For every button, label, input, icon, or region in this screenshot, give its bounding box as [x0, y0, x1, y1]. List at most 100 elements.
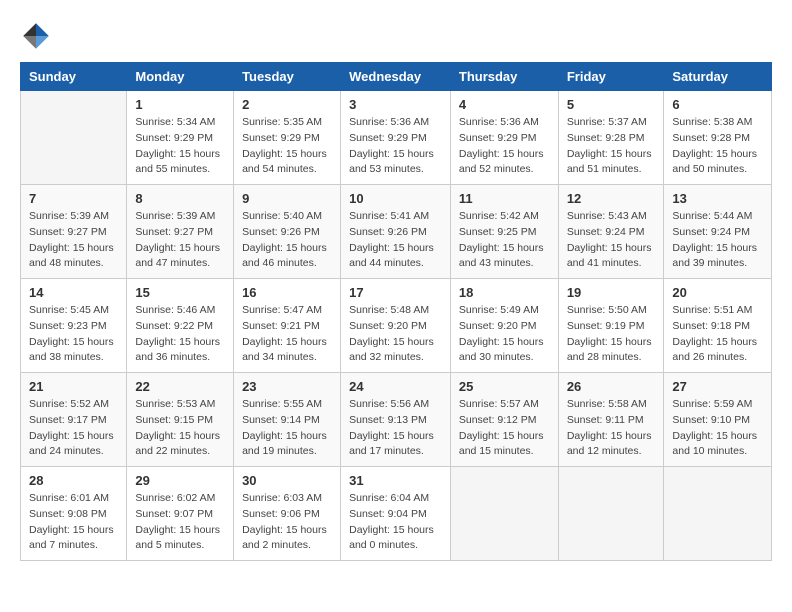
- day-number: 3: [349, 97, 442, 112]
- day-info: Sunrise: 5:57 AM Sunset: 9:12 PM Dayligh…: [459, 397, 550, 460]
- calendar-cell: [558, 467, 664, 561]
- calendar-cell: 12 Sunrise: 5:43 AM Sunset: 9:24 PM Dayli…: [558, 185, 664, 279]
- weekday-header-thursday: Thursday: [450, 63, 558, 91]
- day-number: 30: [242, 473, 332, 488]
- calendar-cell: 18 Sunrise: 5:49 AM Sunset: 9:20 PM Dayli…: [450, 279, 558, 373]
- calendar-cell: 22 Sunrise: 5:53 AM Sunset: 9:15 PM Dayli…: [127, 373, 234, 467]
- day-number: 15: [135, 285, 225, 300]
- calendar-cell: 15 Sunrise: 5:46 AM Sunset: 9:22 PM Dayli…: [127, 279, 234, 373]
- day-number: 29: [135, 473, 225, 488]
- day-number: 2: [242, 97, 332, 112]
- day-number: 31: [349, 473, 442, 488]
- calendar-cell: 9 Sunrise: 5:40 AM Sunset: 9:26 PM Daylig…: [234, 185, 341, 279]
- day-info: Sunrise: 6:01 AM Sunset: 9:08 PM Dayligh…: [29, 491, 118, 554]
- weekday-header-monday: Monday: [127, 63, 234, 91]
- calendar-cell: 27 Sunrise: 5:59 AM Sunset: 9:10 PM Dayli…: [664, 373, 772, 467]
- weekday-header-saturday: Saturday: [664, 63, 772, 91]
- calendar-cell: 11 Sunrise: 5:42 AM Sunset: 9:25 PM Dayli…: [450, 185, 558, 279]
- day-number: 11: [459, 191, 550, 206]
- day-number: 28: [29, 473, 118, 488]
- day-number: 6: [672, 97, 763, 112]
- page-header: [20, 20, 772, 52]
- day-info: Sunrise: 5:44 AM Sunset: 9:24 PM Dayligh…: [672, 209, 763, 272]
- day-info: Sunrise: 5:58 AM Sunset: 9:11 PM Dayligh…: [567, 397, 656, 460]
- day-info: Sunrise: 5:46 AM Sunset: 9:22 PM Dayligh…: [135, 303, 225, 366]
- day-number: 19: [567, 285, 656, 300]
- day-info: Sunrise: 5:42 AM Sunset: 9:25 PM Dayligh…: [459, 209, 550, 272]
- calendar-cell: 23Sunrise: 5:55 AM Sunset: 9:14 PM Dayli…: [234, 373, 341, 467]
- calendar-cell: 20 Sunrise: 5:51 AM Sunset: 9:18 PM Dayli…: [664, 279, 772, 373]
- day-info: Sunrise: 5:49 AM Sunset: 9:20 PM Dayligh…: [459, 303, 550, 366]
- day-number: 25: [459, 379, 550, 394]
- day-info: Sunrise: 5:39 AM Sunset: 9:27 PM Dayligh…: [29, 209, 118, 272]
- day-info: Sunrise: 6:04 AM Sunset: 9:04 PM Dayligh…: [349, 491, 442, 554]
- calendar-cell: 13 Sunrise: 5:44 AM Sunset: 9:24 PM Dayli…: [664, 185, 772, 279]
- calendar-cell: 19 Sunrise: 5:50 AM Sunset: 9:19 PM Dayli…: [558, 279, 664, 373]
- day-info: Sunrise: 5:51 AM Sunset: 9:18 PM Dayligh…: [672, 303, 763, 366]
- calendar-cell: 14Sunrise: 5:45 AM Sunset: 9:23 PM Dayli…: [21, 279, 127, 373]
- day-number: 12: [567, 191, 656, 206]
- day-number: 4: [459, 97, 550, 112]
- day-number: 20: [672, 285, 763, 300]
- calendar-week-row: 21Sunrise: 5:52 AM Sunset: 9:17 PM Dayli…: [21, 373, 772, 467]
- day-info: Sunrise: 5:52 AM Sunset: 9:17 PM Dayligh…: [29, 397, 118, 460]
- calendar-cell: [21, 91, 127, 185]
- day-info: Sunrise: 5:36 AM Sunset: 9:29 PM Dayligh…: [349, 115, 442, 178]
- day-info: Sunrise: 5:35 AM Sunset: 9:29 PM Dayligh…: [242, 115, 332, 178]
- logo-icon: [20, 20, 52, 52]
- day-number: 10: [349, 191, 442, 206]
- calendar-cell: 1Sunrise: 5:34 AM Sunset: 9:29 PM Daylig…: [127, 91, 234, 185]
- day-info: Sunrise: 5:47 AM Sunset: 9:21 PM Dayligh…: [242, 303, 332, 366]
- calendar-cell: 31 Sunrise: 6:04 AM Sunset: 9:04 PM Dayli…: [341, 467, 451, 561]
- calendar-cell: [664, 467, 772, 561]
- day-number: 18: [459, 285, 550, 300]
- calendar-cell: 28 Sunrise: 6:01 AM Sunset: 9:08 PM Dayli…: [21, 467, 127, 561]
- day-info: Sunrise: 5:45 AM Sunset: 9:23 PM Dayligh…: [29, 303, 118, 366]
- day-number: 9: [242, 191, 332, 206]
- calendar-week-row: 7Sunrise: 5:39 AM Sunset: 9:27 PM Daylig…: [21, 185, 772, 279]
- day-info: Sunrise: 5:41 AM Sunset: 9:26 PM Dayligh…: [349, 209, 442, 272]
- calendar-cell: 8Sunrise: 5:39 AM Sunset: 9:27 PM Daylig…: [127, 185, 234, 279]
- day-number: 23: [242, 379, 332, 394]
- day-info: Sunrise: 5:36 AM Sunset: 9:29 PM Dayligh…: [459, 115, 550, 178]
- day-number: 24: [349, 379, 442, 394]
- calendar-week-row: 14Sunrise: 5:45 AM Sunset: 9:23 PM Dayli…: [21, 279, 772, 373]
- day-info: Sunrise: 5:39 AM Sunset: 9:27 PM Dayligh…: [135, 209, 225, 272]
- calendar-cell: 25 Sunrise: 5:57 AM Sunset: 9:12 PM Dayli…: [450, 373, 558, 467]
- weekday-header-tuesday: Tuesday: [234, 63, 341, 91]
- logo: [20, 20, 56, 52]
- day-info: Sunrise: 5:40 AM Sunset: 9:26 PM Dayligh…: [242, 209, 332, 272]
- weekday-header-wednesday: Wednesday: [341, 63, 451, 91]
- calendar-week-row: 28 Sunrise: 6:01 AM Sunset: 9:08 PM Dayli…: [21, 467, 772, 561]
- day-number: 27: [672, 379, 763, 394]
- calendar-cell: 26 Sunrise: 5:58 AM Sunset: 9:11 PM Dayli…: [558, 373, 664, 467]
- day-number: 26: [567, 379, 656, 394]
- calendar-table: SundayMondayTuesdayWednesdayThursdayFrid…: [20, 62, 772, 561]
- calendar-cell: 24 Sunrise: 5:56 AM Sunset: 9:13 PM Dayli…: [341, 373, 451, 467]
- day-info: Sunrise: 5:53 AM Sunset: 9:15 PM Dayligh…: [135, 397, 225, 460]
- calendar-week-row: 1Sunrise: 5:34 AM Sunset: 9:29 PM Daylig…: [21, 91, 772, 185]
- day-info: Sunrise: 5:43 AM Sunset: 9:24 PM Dayligh…: [567, 209, 656, 272]
- calendar-cell: 4 Sunrise: 5:36 AM Sunset: 9:29 PM Daylig…: [450, 91, 558, 185]
- day-number: 22: [135, 379, 225, 394]
- weekday-header-sunday: Sunday: [21, 63, 127, 91]
- weekday-header-row: SundayMondayTuesdayWednesdayThursdayFrid…: [21, 63, 772, 91]
- calendar-cell: 2 Sunrise: 5:35 AM Sunset: 9:29 PM Daylig…: [234, 91, 341, 185]
- day-info: Sunrise: 5:38 AM Sunset: 9:28 PM Dayligh…: [672, 115, 763, 178]
- calendar-cell: 7Sunrise: 5:39 AM Sunset: 9:27 PM Daylig…: [21, 185, 127, 279]
- day-info: Sunrise: 6:02 AM Sunset: 9:07 PM Dayligh…: [135, 491, 225, 554]
- calendar-cell: 6 Sunrise: 5:38 AM Sunset: 9:28 PM Daylig…: [664, 91, 772, 185]
- calendar-cell: 16Sunrise: 5:47 AM Sunset: 9:21 PM Dayli…: [234, 279, 341, 373]
- calendar-cell: 3 Sunrise: 5:36 AM Sunset: 9:29 PM Daylig…: [341, 91, 451, 185]
- calendar-cell: 17Sunrise: 5:48 AM Sunset: 9:20 PM Dayli…: [341, 279, 451, 373]
- day-info: Sunrise: 5:59 AM Sunset: 9:10 PM Dayligh…: [672, 397, 763, 460]
- calendar-cell: [450, 467, 558, 561]
- day-info: Sunrise: 5:56 AM Sunset: 9:13 PM Dayligh…: [349, 397, 442, 460]
- day-info: Sunrise: 5:50 AM Sunset: 9:19 PM Dayligh…: [567, 303, 656, 366]
- calendar-cell: 21Sunrise: 5:52 AM Sunset: 9:17 PM Dayli…: [21, 373, 127, 467]
- day-info: Sunrise: 6:03 AM Sunset: 9:06 PM Dayligh…: [242, 491, 332, 554]
- day-number: 5: [567, 97, 656, 112]
- day-info: Sunrise: 5:34 AM Sunset: 9:29 PM Dayligh…: [135, 115, 225, 178]
- day-number: 13: [672, 191, 763, 206]
- calendar-cell: 5Sunrise: 5:37 AM Sunset: 9:28 PM Daylig…: [558, 91, 664, 185]
